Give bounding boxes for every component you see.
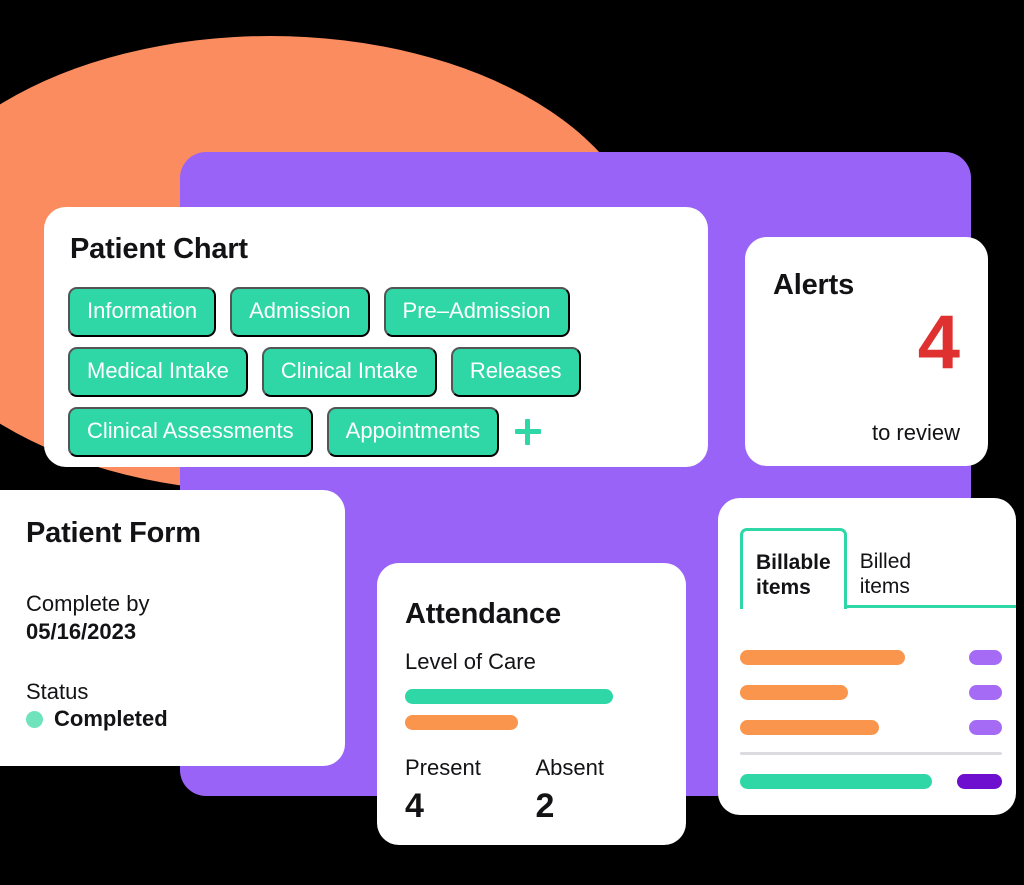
chart-section-releases[interactable]: Releases: [450, 347, 581, 397]
alerts-subtitle: to review: [871, 420, 960, 445]
chart-section-clinical-assessments[interactable]: Clinical Assessments: [68, 407, 313, 457]
level-of-care-bar-primary: [405, 689, 613, 704]
alerts-title: Alerts: [773, 269, 854, 301]
patient-chart-card: Patient Chart Information Admission Pre–…: [44, 207, 708, 467]
billable-item-bar-1: [740, 650, 905, 665]
dashboard-illustration: Patient Chart Information Admission Pre–…: [0, 0, 1024, 885]
billing-total-tag: [957, 774, 1002, 789]
status-dot-icon: [26, 710, 43, 728]
attendance-absent-label: Absent: [535, 755, 605, 780]
alerts-count: 4: [917, 300, 960, 385]
billable-item-tag-1: [969, 650, 1002, 665]
billing-total-bar: [740, 774, 932, 789]
patient-form-due-date: 05/16/2023: [26, 619, 137, 644]
patient-form-due-label: Complete by: [26, 591, 150, 616]
attendance-card: Attendance Level of Care Present 4 Absen…: [377, 563, 686, 845]
attendance-absent-value: 2: [535, 787, 555, 825]
billable-item-bar-3: [740, 720, 879, 735]
chart-section-clinical-intake[interactable]: Clinical Intake: [261, 347, 437, 397]
patient-form-card: Patient Form Complete by 05/16/2023 Stat…: [0, 490, 345, 766]
attendance-level-of-care-label: Level of Care: [405, 649, 536, 674]
chart-section-admission[interactable]: Admission: [230, 287, 370, 337]
tab-billable-items[interactable]: Billable items: [740, 528, 847, 609]
chart-section-pre-admission[interactable]: Pre–Admission: [383, 287, 570, 337]
status-badge: Completed: [26, 706, 168, 732]
chart-section-appointments[interactable]: Appointments: [326, 407, 500, 457]
patient-form-status-label: Status: [26, 679, 89, 704]
billing-card: Billable items Billed items: [718, 498, 1016, 815]
level-of-care-bar-secondary: [405, 715, 518, 730]
patient-form-title: Patient Form: [26, 517, 201, 549]
billing-tabs: Billable items Billed items: [740, 528, 1016, 609]
attendance-present-label: Present: [405, 755, 481, 780]
billable-item-tag-3: [969, 720, 1002, 735]
attendance-present-value: 4: [405, 787, 424, 825]
patient-chart-section-list: Information Admission Pre–Admission Medi…: [68, 287, 688, 457]
billable-item-tag-2: [969, 685, 1002, 700]
chart-section-information[interactable]: Information: [68, 287, 217, 337]
attendance-title: Attendance: [405, 598, 561, 630]
chart-section-medical-intake[interactable]: Medical Intake: [68, 347, 248, 397]
attendance-stats: Present 4 Absent 2: [405, 755, 666, 823]
attendance-stat-present: Present 4: [405, 755, 536, 823]
patient-chart-title: Patient Chart: [70, 233, 248, 265]
tab-billed-items[interactable]: Billed items: [847, 528, 924, 606]
billable-item-bar-2: [740, 685, 848, 700]
plus-icon[interactable]: [513, 417, 543, 447]
alerts-card[interactable]: Alerts 4 to review: [745, 237, 988, 466]
billing-divider: [740, 752, 1002, 755]
patient-form-status-value: Completed: [54, 706, 168, 731]
attendance-stat-absent: Absent 2: [536, 755, 667, 823]
